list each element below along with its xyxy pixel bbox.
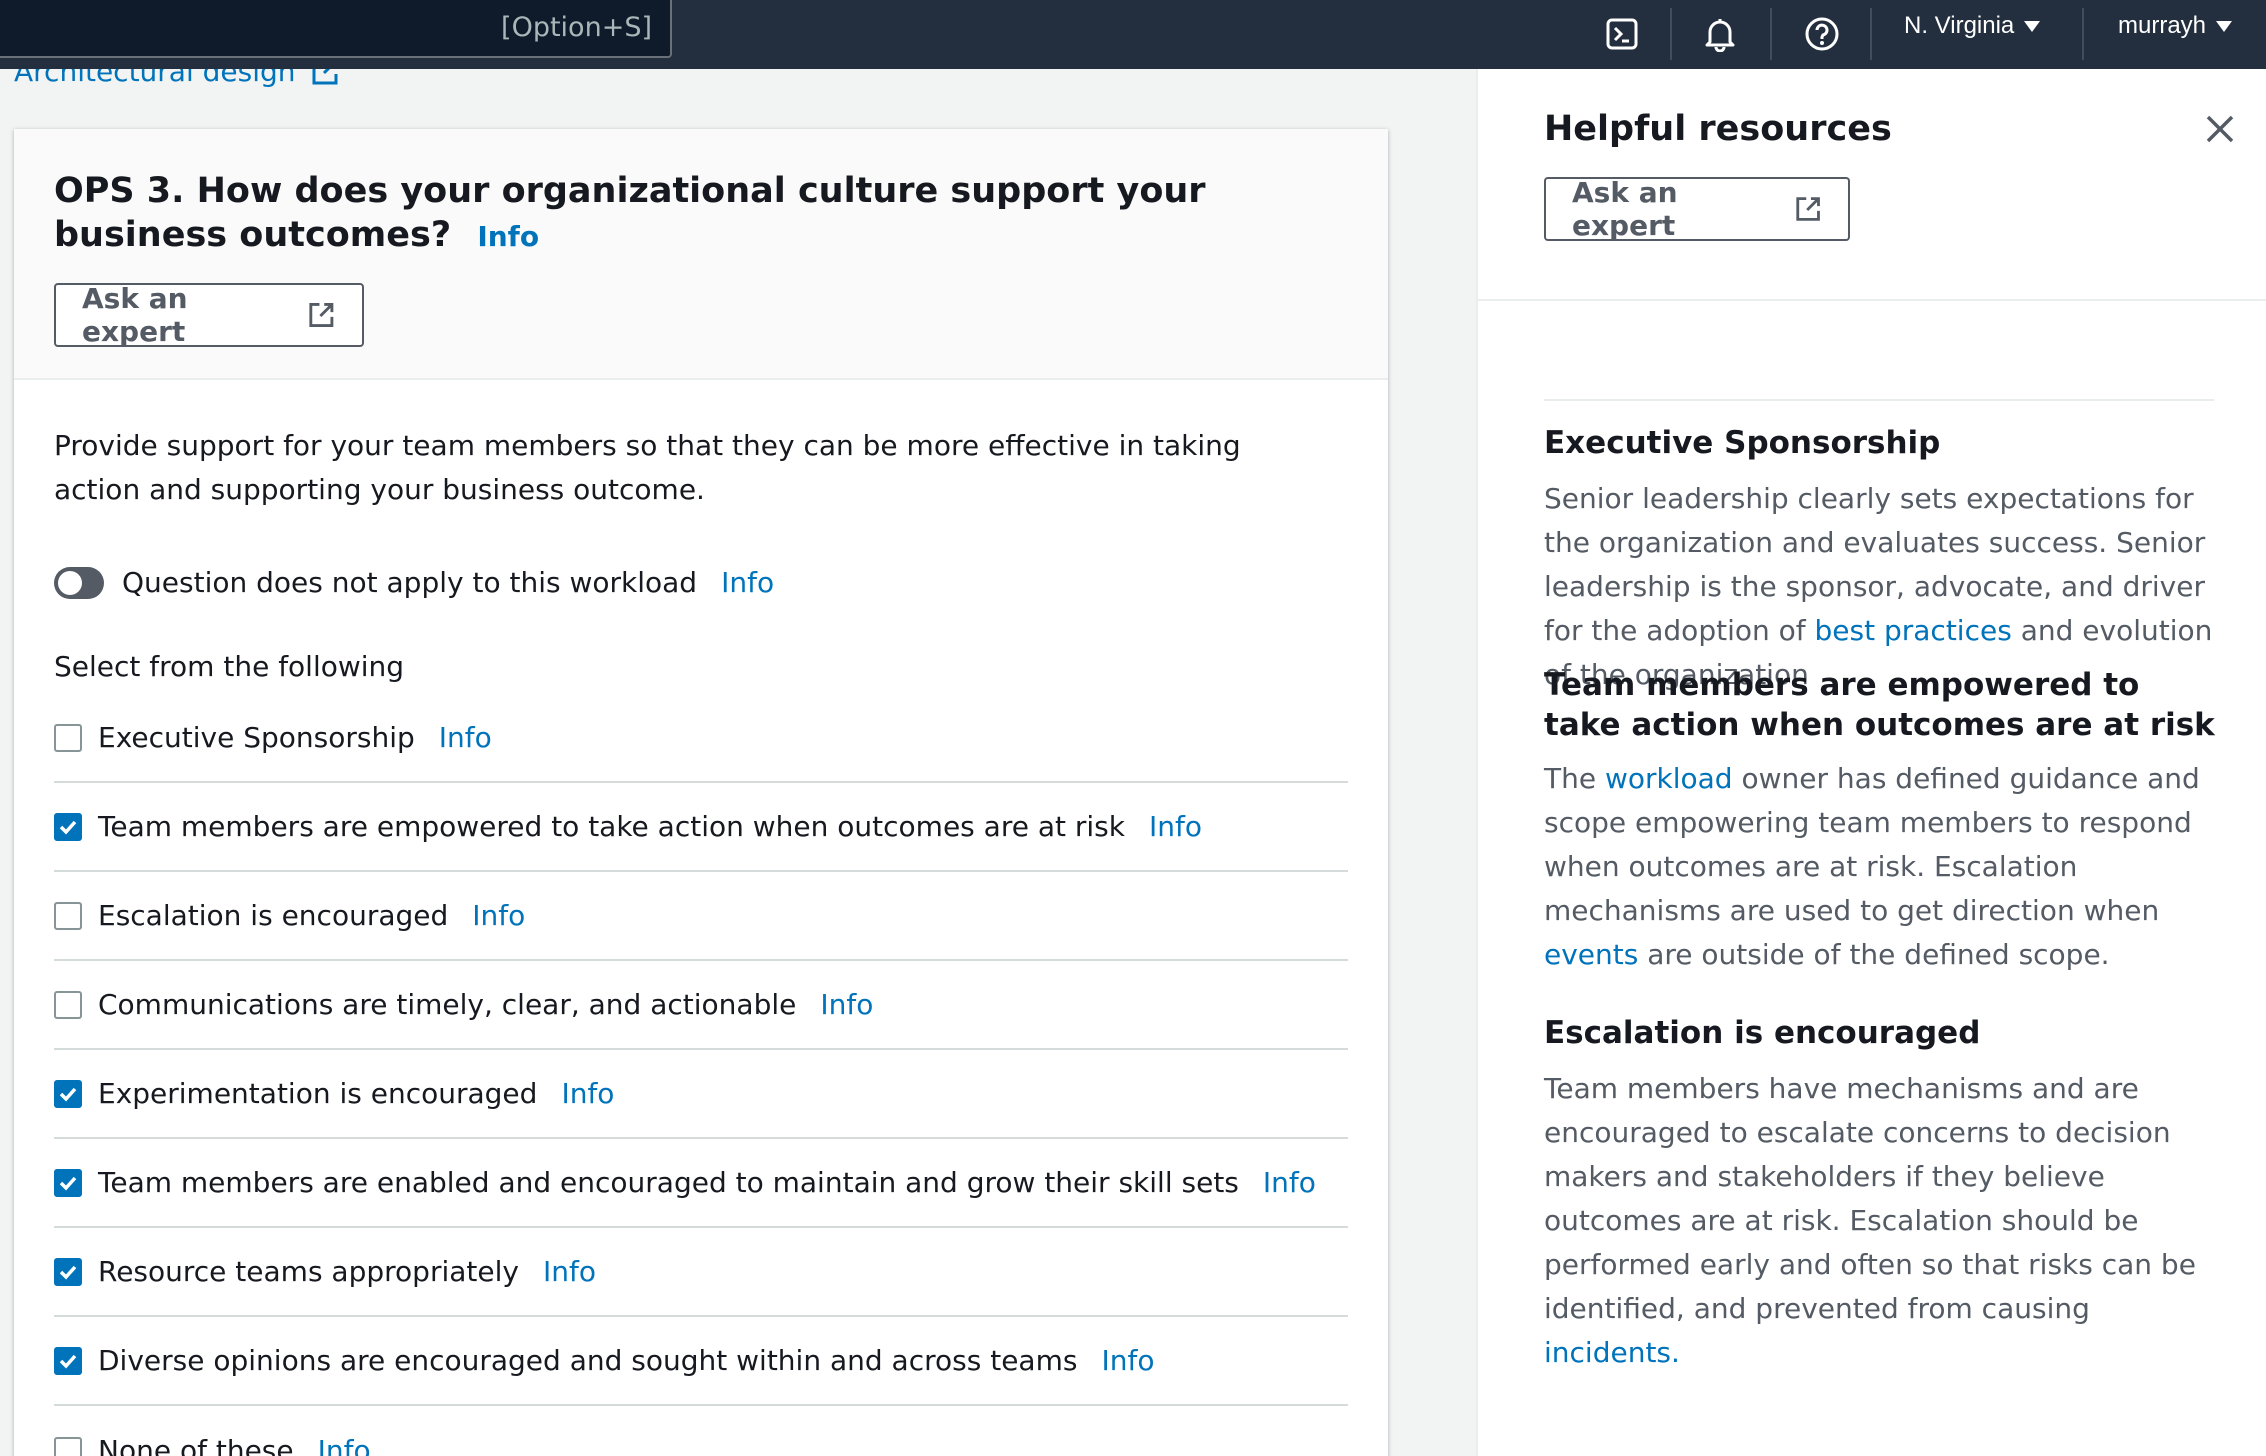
question-title-text: OPS 3. How does your organizational cult… <box>54 171 1206 255</box>
resource-inline-link[interactable]: events <box>1544 938 1638 971</box>
resource-text-segment: are outside of the defined scope. <box>1638 938 2110 971</box>
helpful-resources-panel: Helpful resources Ask an expert Executiv… <box>1476 69 2266 1456</box>
checkmark-icon <box>59 1087 77 1102</box>
region-selector[interactable]: N. Virginia <box>1904 12 2041 40</box>
user-menu[interactable]: murrayh <box>2118 12 2233 40</box>
option-label[interactable]: Experimentation is encouraged <box>98 1077 537 1110</box>
option-experimentation: Experimentation is encouraged Info <box>54 1050 1348 1139</box>
caret-down-icon <box>2024 20 2041 32</box>
resource-title: Team members are empowered to take actio… <box>1544 667 2215 743</box>
option-none: None of these Info <box>54 1406 1348 1456</box>
option-info-link[interactable]: Info <box>543 1255 596 1288</box>
external-link-icon <box>1796 197 1820 221</box>
question-description: Provide support for your team members so… <box>54 429 1241 506</box>
close-icon[interactable] <box>2202 111 2238 147</box>
help-icon[interactable] <box>1798 10 1846 58</box>
option-checkbox[interactable] <box>54 901 82 930</box>
option-checkbox[interactable] <box>54 1346 82 1375</box>
option-skill-sets: Team members are enabled and encouraged … <box>54 1139 1348 1228</box>
not-applicable-label: Question does not apply to this workload <box>122 566 698 599</box>
option-executive-sponsorship: Executive Sponsorship Info <box>54 694 1348 783</box>
divider <box>1770 8 1772 60</box>
search-shortcut-hint: [Option+S] <box>501 12 652 43</box>
divider <box>1544 399 2214 401</box>
option-label[interactable]: Team members are empowered to take actio… <box>98 810 1125 843</box>
option-diverse-opinions: Diverse opinions are encouraged and soug… <box>54 1317 1348 1406</box>
divider <box>2082 8 2084 60</box>
resource-title: Escalation is encouraged <box>1544 1015 1981 1051</box>
option-checkbox[interactable] <box>54 812 82 841</box>
panel-title: Helpful resources <box>1544 109 1892 149</box>
option-resource-teams: Resource teams appropriately Info <box>54 1228 1348 1317</box>
question-info-link[interactable]: Info <box>477 220 539 253</box>
option-info-link[interactable]: Info <box>1149 810 1202 843</box>
option-communications: Communications are timely, clear, and ac… <box>54 961 1348 1050</box>
resource-text-segment: The <box>1544 762 1605 795</box>
user-name: murrayh <box>2118 12 2207 39</box>
option-info-link[interactable]: Info <box>439 721 492 754</box>
option-checkbox[interactable] <box>54 723 82 752</box>
divider <box>1670 8 1672 60</box>
option-label[interactable]: Communications are timely, clear, and ac… <box>98 988 796 1021</box>
resource-title: Executive Sponsorship <box>1544 425 1941 461</box>
question-header: OPS 3. How does your organizational cult… <box>14 129 1388 380</box>
ask-expert-button[interactable]: Ask an expert <box>54 282 364 348</box>
divider <box>1870 8 1872 60</box>
option-info-link[interactable]: Info <box>1263 1166 1316 1199</box>
checkmark-icon <box>59 1354 77 1369</box>
checkmark-icon <box>59 1265 77 1280</box>
resource-text-segment: Team members have mechanisms and are enc… <box>1544 1072 2196 1325</box>
caret-down-icon <box>2216 20 2233 32</box>
panel-header: Helpful resources Ask an expert <box>1478 69 2266 301</box>
option-info-link[interactable]: Info <box>472 899 525 932</box>
select-label: Select from the following <box>54 650 405 683</box>
option-escalation: Escalation is encouraged Info <box>54 872 1348 961</box>
external-link-icon <box>312 69 338 84</box>
not-applicable-info-link[interactable]: Info <box>721 566 774 599</box>
option-label[interactable]: Diverse opinions are encouraged and soug… <box>98 1344 1077 1377</box>
toggle-knob <box>58 570 82 595</box>
architectural-design-label: Architectural design <box>14 69 296 88</box>
option-label[interactable]: Team members are enabled and encouraged … <box>98 1166 1239 1199</box>
option-checkbox[interactable] <box>54 1168 82 1197</box>
ask-expert-label: Ask an expert <box>82 282 188 348</box>
checkmark-icon <box>59 820 77 835</box>
option-checkbox[interactable] <box>54 1257 82 1286</box>
resource-text: The workload owner has defined guidance … <box>1544 757 2234 977</box>
option-label[interactable]: Escalation is encouraged <box>98 899 448 932</box>
question-card: OPS 3. How does your organizational cult… <box>14 129 1388 1456</box>
main-content: Architectural design OPS 3. How does you… <box>0 69 1476 1456</box>
option-info-link[interactable]: Info <box>820 988 873 1021</box>
bell-icon[interactable] <box>1696 10 1744 58</box>
option-info-link[interactable]: Info <box>561 1077 614 1110</box>
option-checkbox[interactable] <box>54 990 82 1019</box>
architectural-design-link[interactable]: Architectural design <box>14 69 340 88</box>
option-checkbox[interactable] <box>54 1436 82 1456</box>
cloudshell-icon[interactable] <box>1598 10 1646 58</box>
top-nav-bar: [Option+S] N. Virginia murrayh <box>0 0 2266 69</box>
resource-inline-link[interactable]: best practices <box>1815 614 2012 647</box>
resource-text: Team members have mechanisms and are enc… <box>1544 1067 2234 1375</box>
checkmark-icon <box>59 1176 77 1191</box>
search-input[interactable]: [Option+S] <box>0 0 672 58</box>
question-title: OPS 3. How does your organizational cult… <box>54 169 1294 259</box>
panel-ask-expert-button[interactable]: Ask an expert <box>1544 176 1850 242</box>
resource-text: Senior leadership clearly sets expectati… <box>1544 477 2234 697</box>
option-info-link[interactable]: Info <box>1101 1344 1154 1377</box>
not-applicable-toggle[interactable] <box>54 566 104 599</box>
region-label: N. Virginia <box>1904 12 2015 39</box>
resource-inline-link[interactable]: incidents. <box>1544 1336 1680 1369</box>
option-label[interactable]: Executive Sponsorship <box>98 721 415 754</box>
option-team-empowered: Team members are empowered to take actio… <box>54 783 1348 872</box>
option-checkbox[interactable] <box>54 1079 82 1108</box>
option-info-link[interactable]: Info <box>318 1434 371 1456</box>
option-label[interactable]: None of these <box>98 1434 294 1456</box>
not-applicable-row: Question does not apply to this workload… <box>54 566 774 599</box>
external-link-icon <box>309 303 334 327</box>
option-label[interactable]: Resource teams appropriately <box>98 1255 519 1288</box>
ask-expert-label: Ask an expert <box>1572 176 1678 242</box>
resource-inline-link[interactable]: workload <box>1605 762 1733 795</box>
